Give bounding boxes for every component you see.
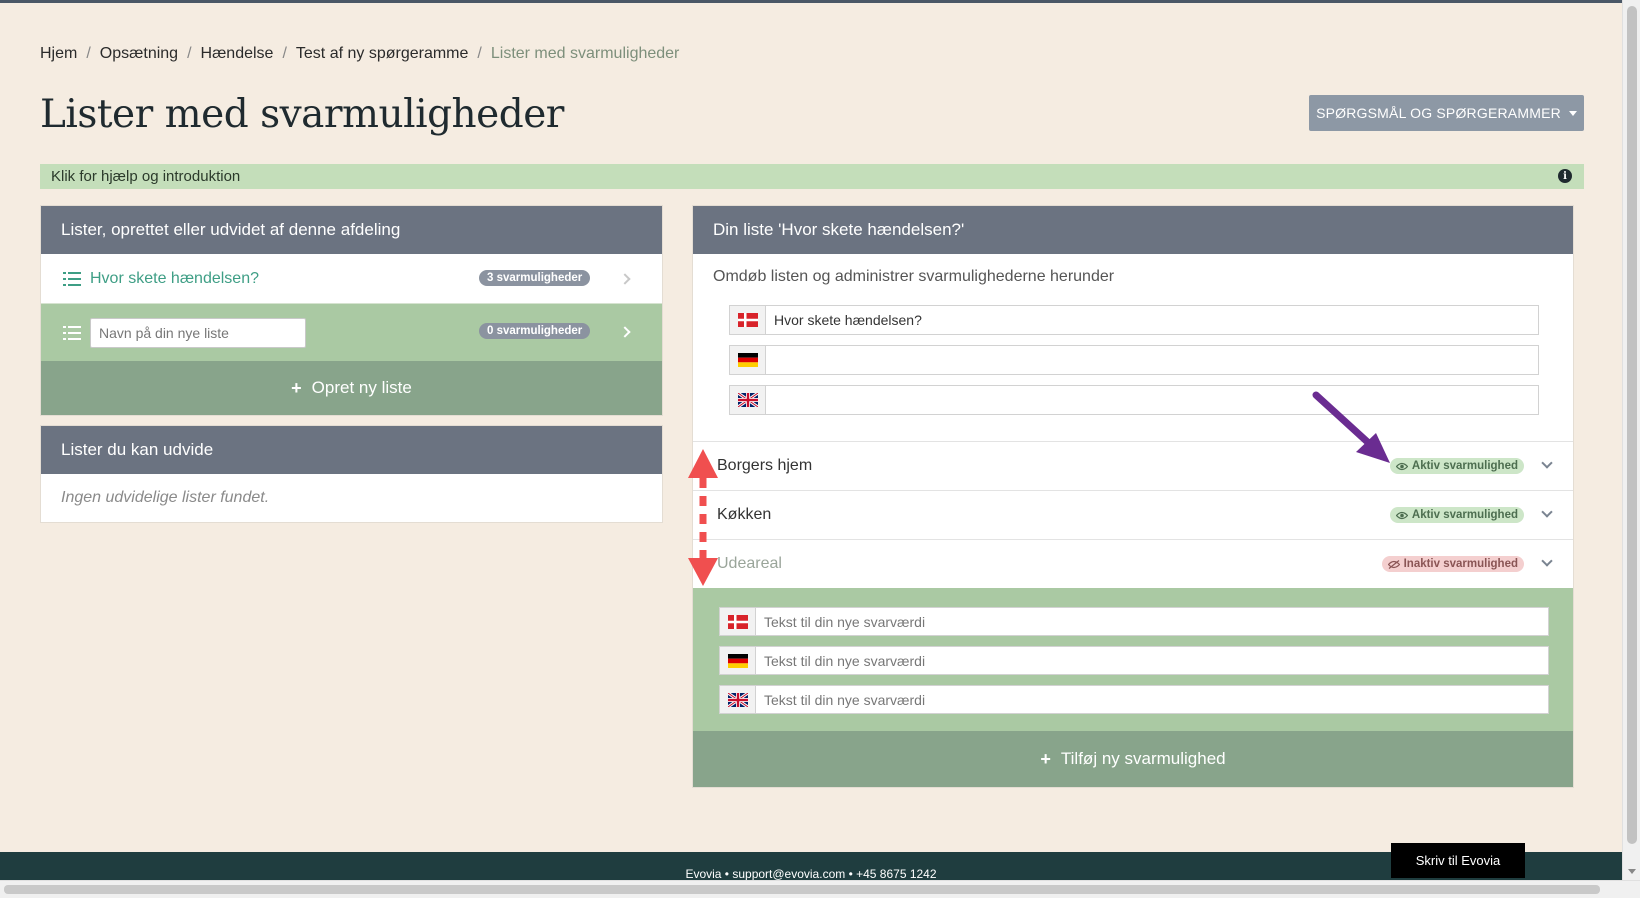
questions-dropdown-button[interactable]: SPØRGSMÅL OG SPØRGERAMMER xyxy=(1309,95,1584,131)
add-option-label: Tilføj ny svarmulighed xyxy=(1060,749,1226,768)
options-count-badge: 0 svarmuligheder xyxy=(479,323,591,339)
list-name-de-input[interactable] xyxy=(766,346,1538,374)
dk-flag-icon xyxy=(720,608,756,635)
my-lists-header: Lister, oprettet eller udvidet af denne … xyxy=(41,206,662,254)
new-option-dk-input[interactable] xyxy=(756,608,1548,635)
list-name-de-field xyxy=(729,345,1539,375)
new-option-form xyxy=(693,588,1573,731)
list-name-gb-input[interactable] xyxy=(766,386,1538,414)
new-option-gb-field xyxy=(719,685,1549,714)
option-row[interactable]: Borgers hjem Aktiv svarmulighed xyxy=(693,441,1573,490)
chevron-down-icon[interactable] xyxy=(1541,555,1553,567)
eye-icon xyxy=(1395,462,1408,470)
new-option-dk-field xyxy=(719,607,1549,636)
plus-icon: + xyxy=(1040,748,1051,769)
breadcrumb-separator: / xyxy=(86,45,91,62)
new-option-gb-input[interactable] xyxy=(756,686,1548,713)
extendable-lists-panel: Lister du kan udvide Ingen udvidelige li… xyxy=(40,425,663,523)
help-bar[interactable]: Klik for hjælp og introduktion i xyxy=(40,164,1584,189)
list-icon xyxy=(63,271,81,286)
breadcrumb-current: Lister med svarmuligheder xyxy=(490,45,680,62)
list-detail-subtitle: Omdøb listen og administrer svarmulighed… xyxy=(713,268,1115,285)
option-row[interactable]: Køkken Aktiv svarmulighed xyxy=(693,490,1573,539)
status-text: Inaktiv svarmulighed xyxy=(1403,558,1518,570)
plus-icon: + xyxy=(291,377,302,398)
dropdown-label: SPØRGSMÅL OG SPØRGERAMMER xyxy=(1316,105,1561,121)
status-text: Aktiv svarmulighed xyxy=(1411,460,1518,472)
horizontal-scrollbar[interactable] xyxy=(0,880,1640,898)
extendable-lists-header: Lister du kan udvide xyxy=(41,426,662,474)
list-detail-header: Din liste 'Hvor skete hændelsen?' xyxy=(693,206,1573,254)
list-name-gb-field xyxy=(729,385,1539,415)
caret-down-icon xyxy=(1568,110,1577,116)
help-text: Klik for hjælp og introduktion xyxy=(51,168,241,185)
gb-flag-icon xyxy=(720,686,756,713)
status-badge: Aktiv svarmulighed xyxy=(1389,507,1524,523)
list-detail-panel: Din liste 'Hvor skete hændelsen?' Omdøb … xyxy=(692,205,1574,788)
new-option-de-input[interactable] xyxy=(756,647,1548,674)
list-item[interactable]: Hvor skete hændelsen? 3 svarmuligheder xyxy=(41,254,662,304)
list-name-dk-field xyxy=(729,305,1539,335)
empty-state-text: Ingen udvidelige lister fundet. xyxy=(61,489,270,506)
create-list-button[interactable]: + Opret ny liste xyxy=(41,361,662,415)
chevron-down-icon[interactable] xyxy=(1541,457,1553,469)
scroll-down-icon[interactable] xyxy=(1628,869,1636,874)
page-title: Lister med svarmuligheder xyxy=(40,92,564,137)
breadcrumb-incident[interactable]: Hændelse xyxy=(201,45,274,63)
option-label: Borgers hjem xyxy=(717,457,813,474)
status-text: Aktiv svarmulighed xyxy=(1411,509,1518,521)
option-label: Udeareal xyxy=(717,555,782,572)
list-name-dk-input[interactable] xyxy=(766,306,1538,334)
eye-icon xyxy=(1395,511,1408,519)
status-badge: Aktiv svarmulighed xyxy=(1389,458,1524,474)
breadcrumb-home[interactable]: Hjem xyxy=(40,45,77,63)
chevron-right-icon[interactable] xyxy=(619,326,631,338)
info-icon: i xyxy=(1558,169,1572,183)
scrollbar-thumb[interactable] xyxy=(4,885,1600,894)
new-option-de-field xyxy=(719,646,1549,675)
new-list-row: 0 svarmuligheder xyxy=(41,304,662,361)
create-list-label: Opret ny liste xyxy=(311,378,412,397)
options-count-badge: 3 svarmuligheder xyxy=(479,270,591,286)
breadcrumb-separator: / xyxy=(187,45,192,62)
gb-flag-icon xyxy=(730,386,766,414)
status-badge: Inaktiv svarmulighed xyxy=(1381,556,1524,572)
list-link[interactable]: Hvor skete hændelsen? xyxy=(90,270,259,288)
breadcrumb-setup[interactable]: Opsætning xyxy=(100,45,178,63)
scrollbar-thumb[interactable] xyxy=(1627,6,1637,844)
chevron-right-icon xyxy=(619,273,631,285)
de-flag-icon xyxy=(730,346,766,374)
breadcrumb-framework[interactable]: Test af ny spørgeramme xyxy=(296,45,469,63)
breadcrumb-separator: / xyxy=(282,45,287,62)
vertical-scrollbar[interactable] xyxy=(1622,0,1640,880)
footer: Evovia • support@evovia.com • +45 8675 1… xyxy=(0,852,1622,882)
option-row[interactable]: Udeareal Inaktiv svarmulighed xyxy=(693,539,1573,588)
list-icon xyxy=(63,325,81,340)
new-list-name-input[interactable] xyxy=(90,317,306,348)
chat-button[interactable]: Skriv til Evovia xyxy=(1391,843,1525,878)
my-lists-panel: Lister, oprettet eller udvidet af denne … xyxy=(40,205,663,416)
add-option-button[interactable]: + Tilføj ny svarmulighed xyxy=(693,731,1573,787)
de-flag-icon xyxy=(720,647,756,674)
breadcrumb-separator: / xyxy=(477,45,482,62)
eye-slash-icon xyxy=(1387,559,1400,569)
chevron-down-icon[interactable] xyxy=(1541,506,1553,518)
option-label: Køkken xyxy=(717,506,772,523)
top-border xyxy=(0,0,1622,3)
breadcrumb: Hjem / Opsætning / Hændelse / Test af ny… xyxy=(40,45,679,63)
dk-flag-icon xyxy=(730,306,766,334)
